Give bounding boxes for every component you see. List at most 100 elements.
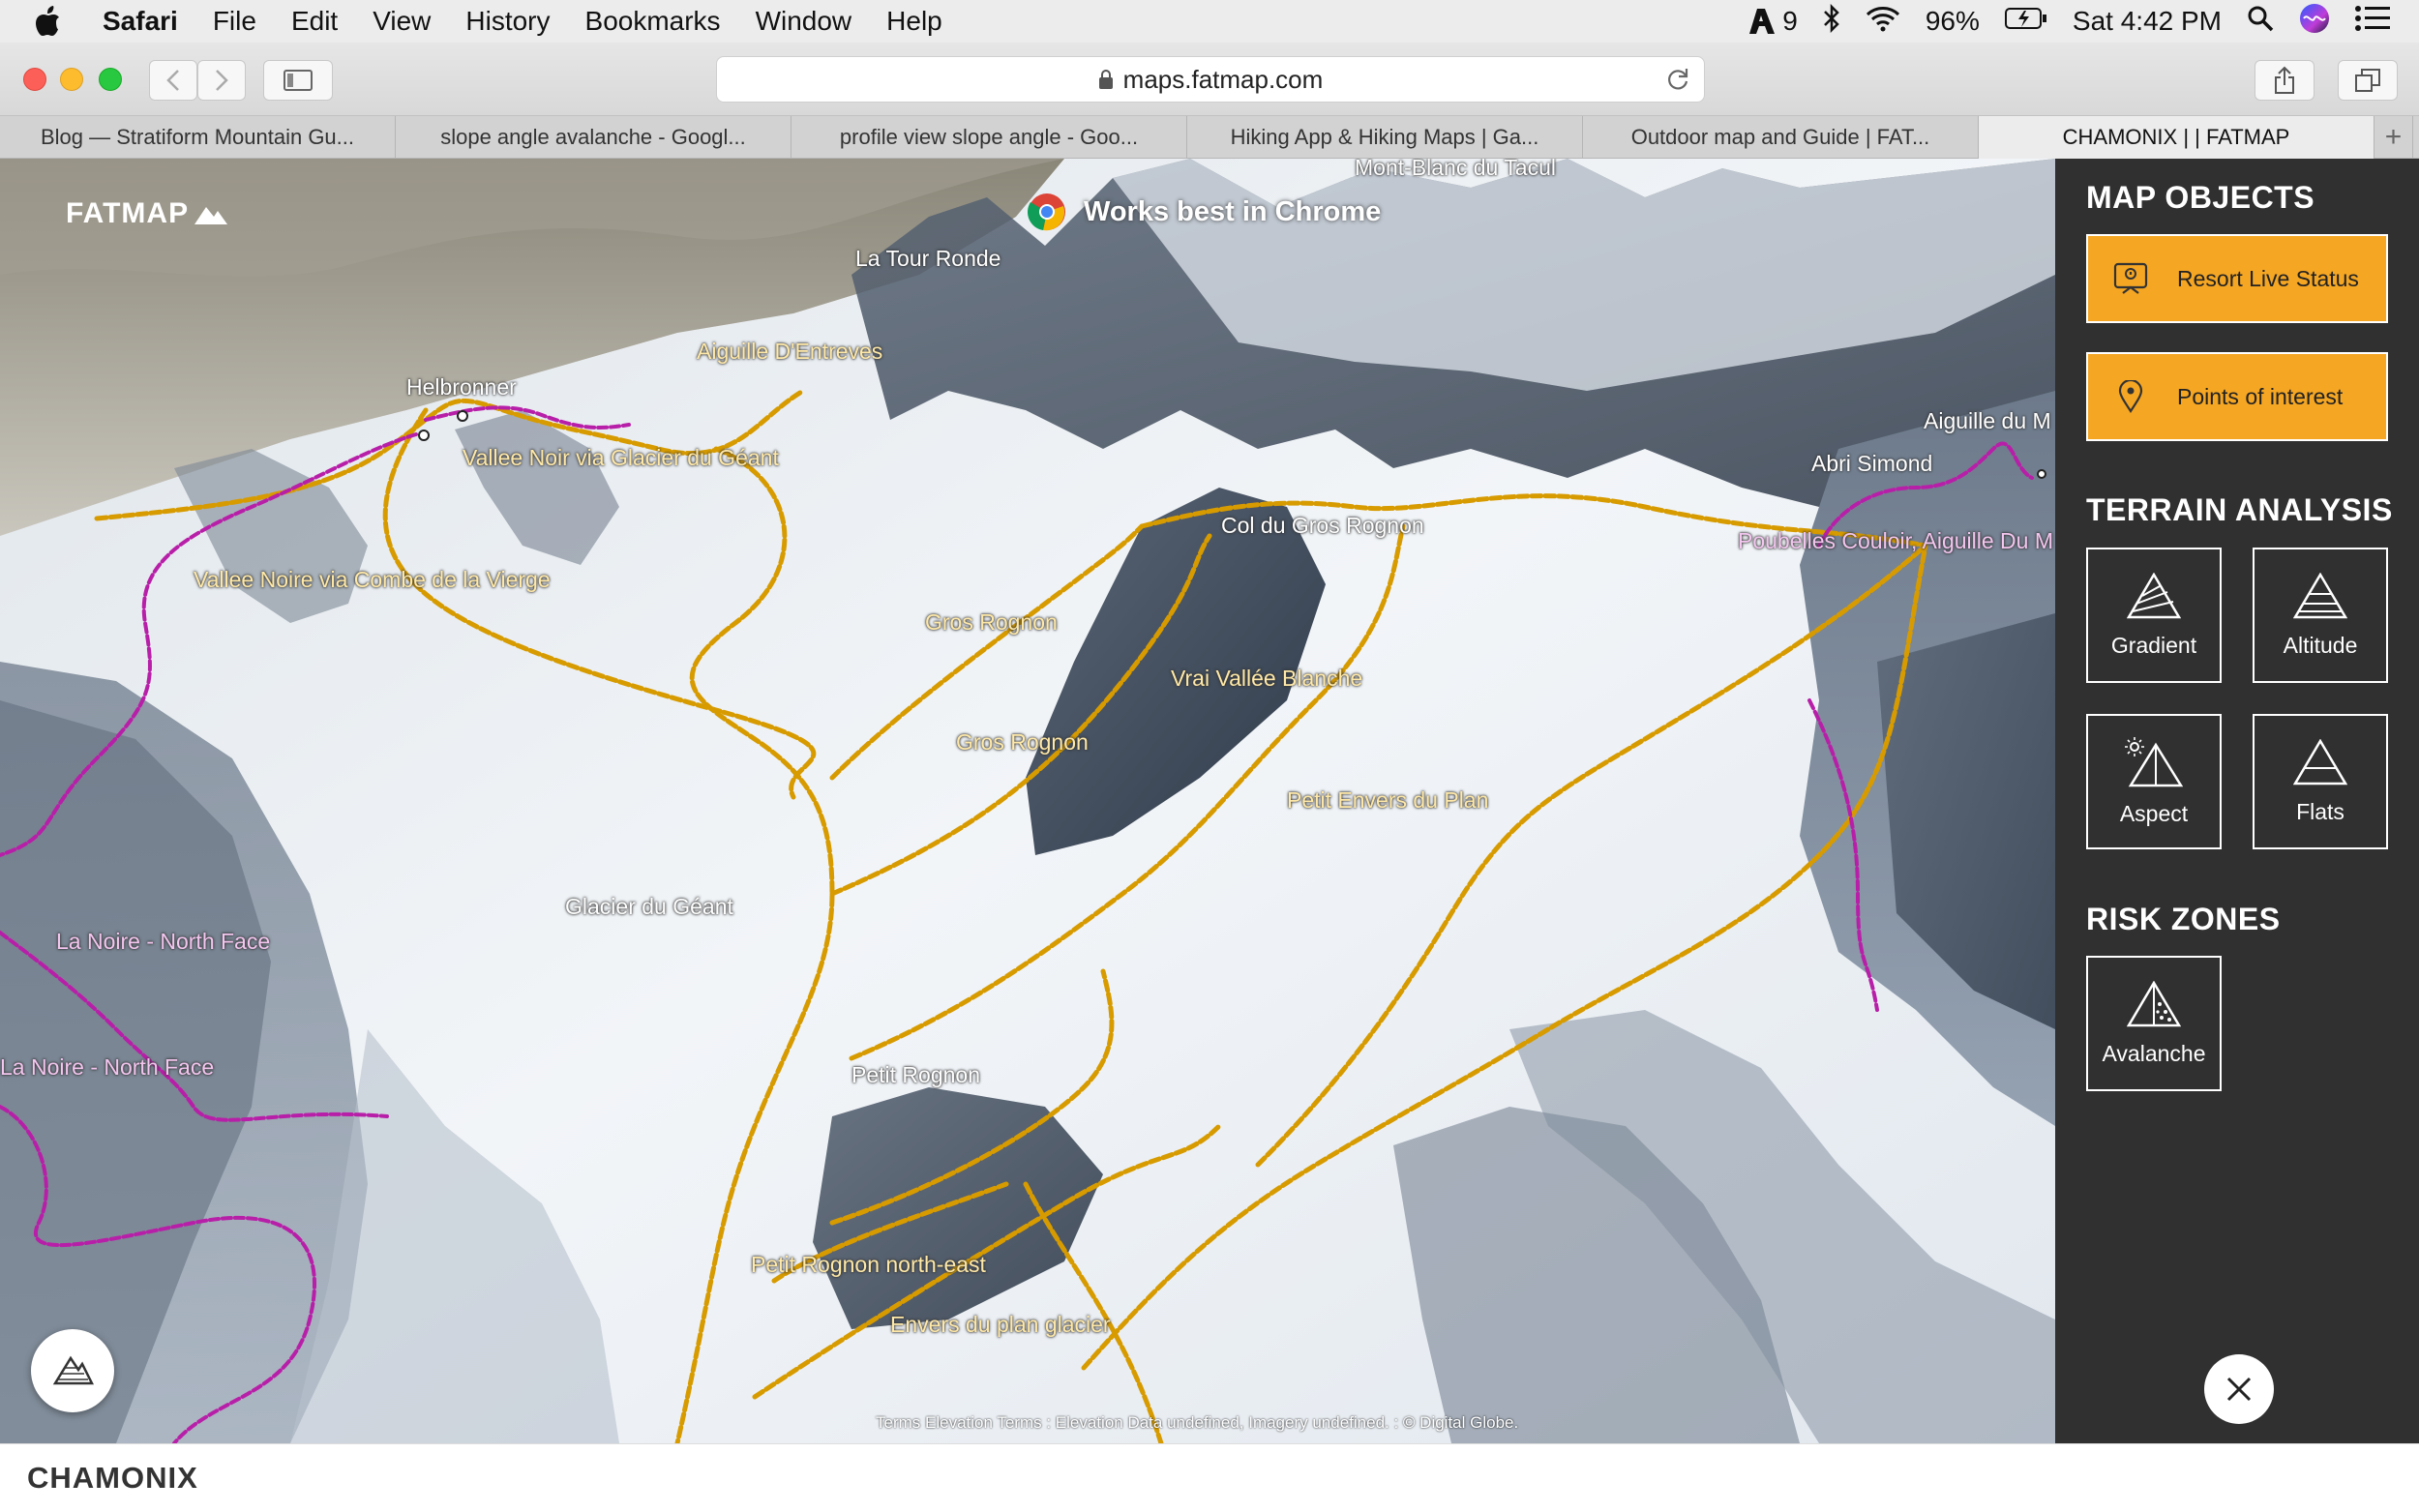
chrome-notice-text: Works best in Chrome — [1084, 195, 1382, 227]
minimize-window-button[interactable] — [60, 68, 83, 91]
chevron-right-icon — [216, 70, 228, 91]
close-window-button[interactable] — [23, 68, 46, 91]
wifi-icon[interactable] — [1866, 5, 1900, 39]
avalanche-button[interactable]: Avalanche — [2086, 956, 2222, 1091]
back-button[interactable] — [149, 60, 197, 101]
map-label-la-noire-north-face-2[interactable]: La Noire - North Face — [0, 1054, 214, 1081]
map-label-la-noire-north-face-1[interactable]: La Noire - North Face — [56, 929, 270, 955]
map-label-vrai-vallee-blanche[interactable]: Vrai Vallée Blanche — [1171, 666, 1362, 692]
forward-button[interactable] — [197, 60, 246, 101]
map-label-mont-blanc-tacul[interactable]: Mont-Blanc du Tacul — [1355, 159, 1556, 181]
share-button[interactable] — [2255, 60, 2314, 101]
menu-help[interactable]: Help — [886, 6, 942, 37]
url-text: maps.fatmap.com — [1122, 64, 1324, 94]
terrain-view-button[interactable] — [31, 1329, 114, 1412]
zoom-window-button[interactable] — [99, 68, 122, 91]
chrome-icon — [1028, 193, 1065, 231]
map-label-gros-rognon-1[interactable]: Gros Rognon — [925, 609, 1058, 636]
map-viewport[interactable]: FATMAP Works best in Chrome Mont-Blanc d… — [0, 159, 2055, 1443]
show-tabs-button[interactable] — [2338, 60, 2398, 101]
map-objects-heading: MAP OBJECTS — [2086, 180, 2315, 215]
map-label-poubelles-couloir[interactable]: Poubelles Couloir, Aiguille Du M — [1738, 528, 2053, 554]
chevron-left-icon — [166, 70, 179, 91]
aspect-button[interactable]: Aspect — [2086, 714, 2222, 849]
map-label-envers-du-plan-glacier[interactable]: Envers du plan glacier — [890, 1312, 1111, 1338]
map-label-helbronner[interactable]: Helbronner — [406, 374, 517, 400]
flats-label: Flats — [2296, 798, 2344, 824]
gradient-icon — [2127, 572, 2181, 618]
resort-live-status-button[interactable]: Resort Live Status — [2086, 234, 2388, 323]
close-panel-button[interactable] — [2204, 1354, 2274, 1424]
reload-icon[interactable] — [1665, 67, 1690, 99]
tab-chamonix-fatmap[interactable]: CHAMONIX | | FATMAP — [1979, 116, 2374, 159]
risk-zones-heading: RISK ZONES — [2086, 902, 2281, 936]
points-of-interest-button[interactable]: Points of interest — [2086, 352, 2388, 441]
terrain-3d-render — [0, 159, 2055, 1443]
map-label-abri-simond[interactable]: Abri Simond — [1811, 451, 1932, 477]
fatmap-logo: FATMAP — [66, 197, 228, 230]
address-bar[interactable]: maps.fatmap.com — [716, 56, 1705, 103]
flats-button[interactable]: Flats — [2253, 714, 2388, 849]
terrain-analysis-heading: TERRAIN ANALYSIS — [2086, 492, 2393, 527]
aspect-icon — [2125, 736, 2183, 786]
logo-text: FATMAP — [66, 197, 190, 229]
map-label-gros-rognon-2[interactable]: Gros Rognon — [956, 729, 1089, 756]
location-footer: CHAMONIX — [0, 1443, 2419, 1512]
tab-hiking-app[interactable]: Hiking App & Hiking Maps | Ga... — [1187, 116, 1583, 159]
map-label-petit-envers-du-plan[interactable]: Petit Envers du Plan — [1287, 787, 1488, 814]
flats-icon — [2293, 738, 2347, 785]
map-pin-icon — [2111, 380, 2150, 413]
mountain-logo-icon — [194, 207, 228, 224]
tab-slope-angle-avalanche[interactable]: slope angle avalanche - Googl... — [396, 116, 791, 159]
map-label-vallee-noire-vierge[interactable]: Vallee Noire via Combe de la Vierge — [194, 567, 551, 593]
map-controls-panel: MAP OBJECTS Resort Live Status Points of… — [2055, 159, 2419, 1443]
share-icon — [2275, 66, 2294, 94]
altitude-label: Altitude — [2283, 632, 2358, 658]
battery-percent[interactable]: 96% — [1926, 6, 1980, 37]
menu-app-name[interactable]: Safari — [103, 6, 178, 37]
map-label-aiguille-dentreves[interactable]: Aiguille D'Entreves — [697, 339, 882, 365]
menu-view[interactable]: View — [373, 6, 431, 37]
tabs-overview-icon — [2355, 69, 2380, 92]
map-label-petit-rognon-ne[interactable]: Petit Rognon north-east — [751, 1252, 986, 1278]
chrome-notice: Works best in Chrome — [1028, 193, 1381, 231]
menu-history[interactable]: History — [465, 6, 550, 37]
map-label-col-du-gros-rognon[interactable]: Col du Gros Rognon — [1221, 513, 1424, 539]
browser-toolbar: maps.fatmap.com — [0, 43, 2419, 116]
resort-live-status-label: Resort Live Status — [2177, 265, 2359, 291]
menu-edit[interactable]: Edit — [291, 6, 338, 37]
avalanche-label: Avalanche — [2102, 1040, 2206, 1066]
adobe-icon[interactable]: 9 — [1747, 6, 1798, 37]
gradient-button[interactable]: Gradient — [2086, 548, 2222, 683]
spotlight-search-icon[interactable] — [2247, 5, 2274, 39]
map-label-la-tour-ronde[interactable]: La Tour Ronde — [855, 246, 1000, 272]
map-label-glacier-du-geant[interactable]: Glacier du Géant — [565, 894, 733, 920]
tab-outdoor-map-guide[interactable]: Outdoor map and Guide | FAT... — [1583, 116, 1979, 159]
sidebar-icon — [284, 70, 313, 91]
new-tab-button[interactable]: + — [2374, 116, 2413, 159]
bluetooth-icon[interactable] — [1823, 3, 1840, 40]
map-label-petit-rognon[interactable]: Petit Rognon — [851, 1062, 980, 1088]
notification-center-icon[interactable] — [2355, 5, 2390, 39]
adobe-badge: 9 — [1782, 6, 1798, 36]
altitude-icon — [2293, 572, 2347, 618]
menu-window[interactable]: Window — [756, 6, 852, 37]
altitude-button[interactable]: Altitude — [2253, 548, 2388, 683]
map-label-vallee-noir-geant[interactable]: Vallee Noir via Glacier du Géant — [463, 445, 779, 471]
siri-icon[interactable] — [2299, 3, 2330, 41]
menu-bar: Safari File Edit View History Bookmarks … — [0, 0, 2419, 43]
sidebar-toggle-button[interactable] — [263, 60, 333, 101]
map-label-aiguille-du-m[interactable]: Aiguille du M — [1924, 408, 2051, 434]
battery-icon[interactable] — [2004, 6, 2047, 37]
apple-icon[interactable] — [35, 0, 81, 43]
menu-file[interactable]: File — [213, 6, 256, 37]
clock[interactable]: Sat 4:42 PM — [2073, 6, 2222, 37]
menu-bookmarks[interactable]: Bookmarks — [585, 6, 721, 37]
tab-bar: Blog — Stratiform Mountain Gu... slope a… — [0, 116, 2419, 159]
avalanche-icon — [2127, 980, 2181, 1026]
tab-stratiform-blog[interactable]: Blog — Stratiform Mountain Gu... — [0, 116, 396, 159]
gradient-label: Gradient — [2110, 632, 2197, 658]
location-title[interactable]: CHAMONIX — [27, 1461, 198, 1496]
tab-profile-view-slope[interactable]: profile view slope angle - Goo... — [791, 116, 1187, 159]
map-attribution[interactable]: Terms Elevation Terms : Elevation Data u… — [876, 1413, 1518, 1433]
